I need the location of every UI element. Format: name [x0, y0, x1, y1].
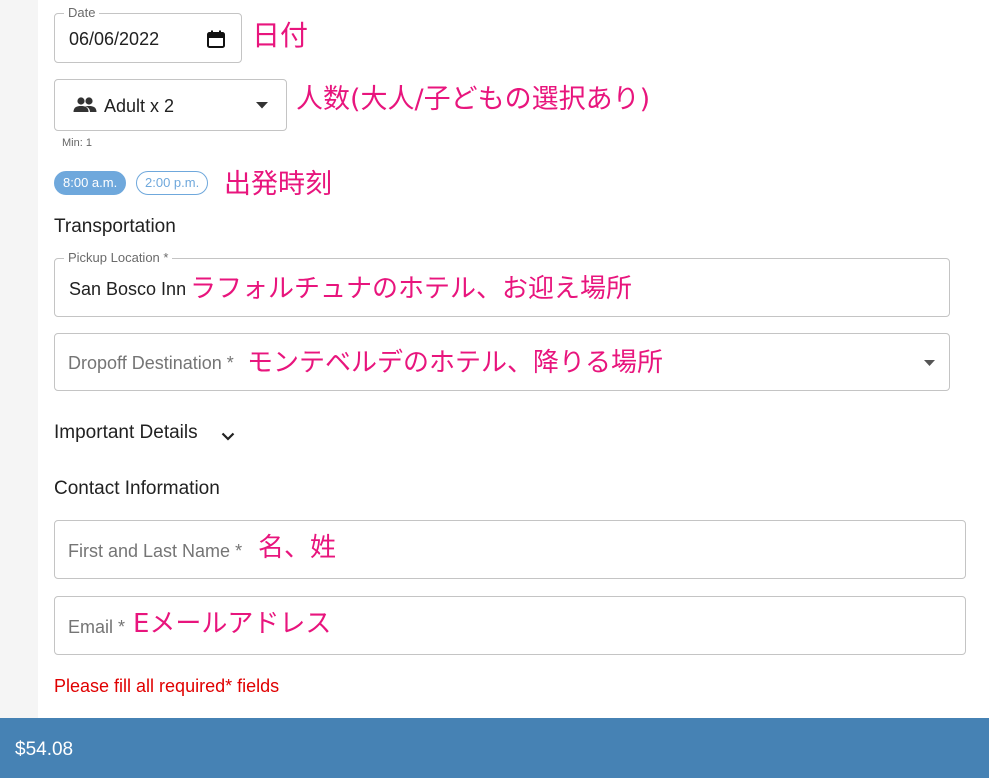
- times-annotation: 出発時刻: [224, 169, 332, 200]
- date-value: 06/06/2022: [69, 29, 160, 49]
- guest-count: Adult x 2: [104, 96, 175, 116]
- total-price: $54.08: [15, 739, 74, 760]
- transportation-heading: Transportation: [54, 216, 176, 237]
- caret-down-icon[interactable]: [256, 102, 268, 109]
- caret-down-icon[interactable]: [924, 360, 935, 366]
- name-field[interactable]: First and Last Name *: [54, 520, 966, 579]
- name-annotation: 名、姓: [258, 533, 337, 563]
- email-annotation: Eメールアドレス: [133, 609, 332, 639]
- calendar-icon[interactable]: [207, 30, 225, 48]
- dropoff-annotation: モンテベルデのホテル、降りる場所: [247, 348, 664, 378]
- required-fields-error: Please fill all required* fields: [54, 676, 280, 696]
- name-field-placeholder: First and Last Name *: [68, 541, 243, 561]
- date-field-label: Date: [64, 6, 100, 20]
- price-footer-bar[interactable]: $54.08: [0, 718, 989, 778]
- guest-selector[interactable]: Adult x 2: [54, 79, 287, 131]
- pickup-location-label: Pickup Location *: [64, 251, 173, 265]
- contact-information-heading: Contact Information: [54, 478, 220, 499]
- important-details-heading: Important Details: [54, 422, 198, 443]
- dropoff-destination-placeholder: Dropoff Destination *: [68, 353, 234, 373]
- guests-annotation: 人数(大人/子どもの選択あり): [296, 84, 651, 115]
- people-icon: [73, 96, 97, 114]
- left-margin-strip: [0, 0, 38, 718]
- date-annotation: 日付: [252, 19, 309, 52]
- important-details-toggle[interactable]: Important Details: [54, 422, 244, 450]
- date-field[interactable]: Date 06/06/2022: [54, 6, 242, 63]
- time-slot[interactable]: 2:00 p.m.: [136, 171, 209, 195]
- chevron-down-icon: [221, 432, 235, 441]
- email-field-placeholder: Email *: [68, 617, 126, 637]
- pickup-annotation: ラフォルチュナのホテル、お迎え場所: [190, 274, 633, 304]
- time-slot-selected[interactable]: 8:00 a.m.: [54, 171, 127, 195]
- guest-min-hint: Min: 1: [62, 137, 92, 149]
- pickup-location-value: San Bosco Inn: [69, 279, 187, 299]
